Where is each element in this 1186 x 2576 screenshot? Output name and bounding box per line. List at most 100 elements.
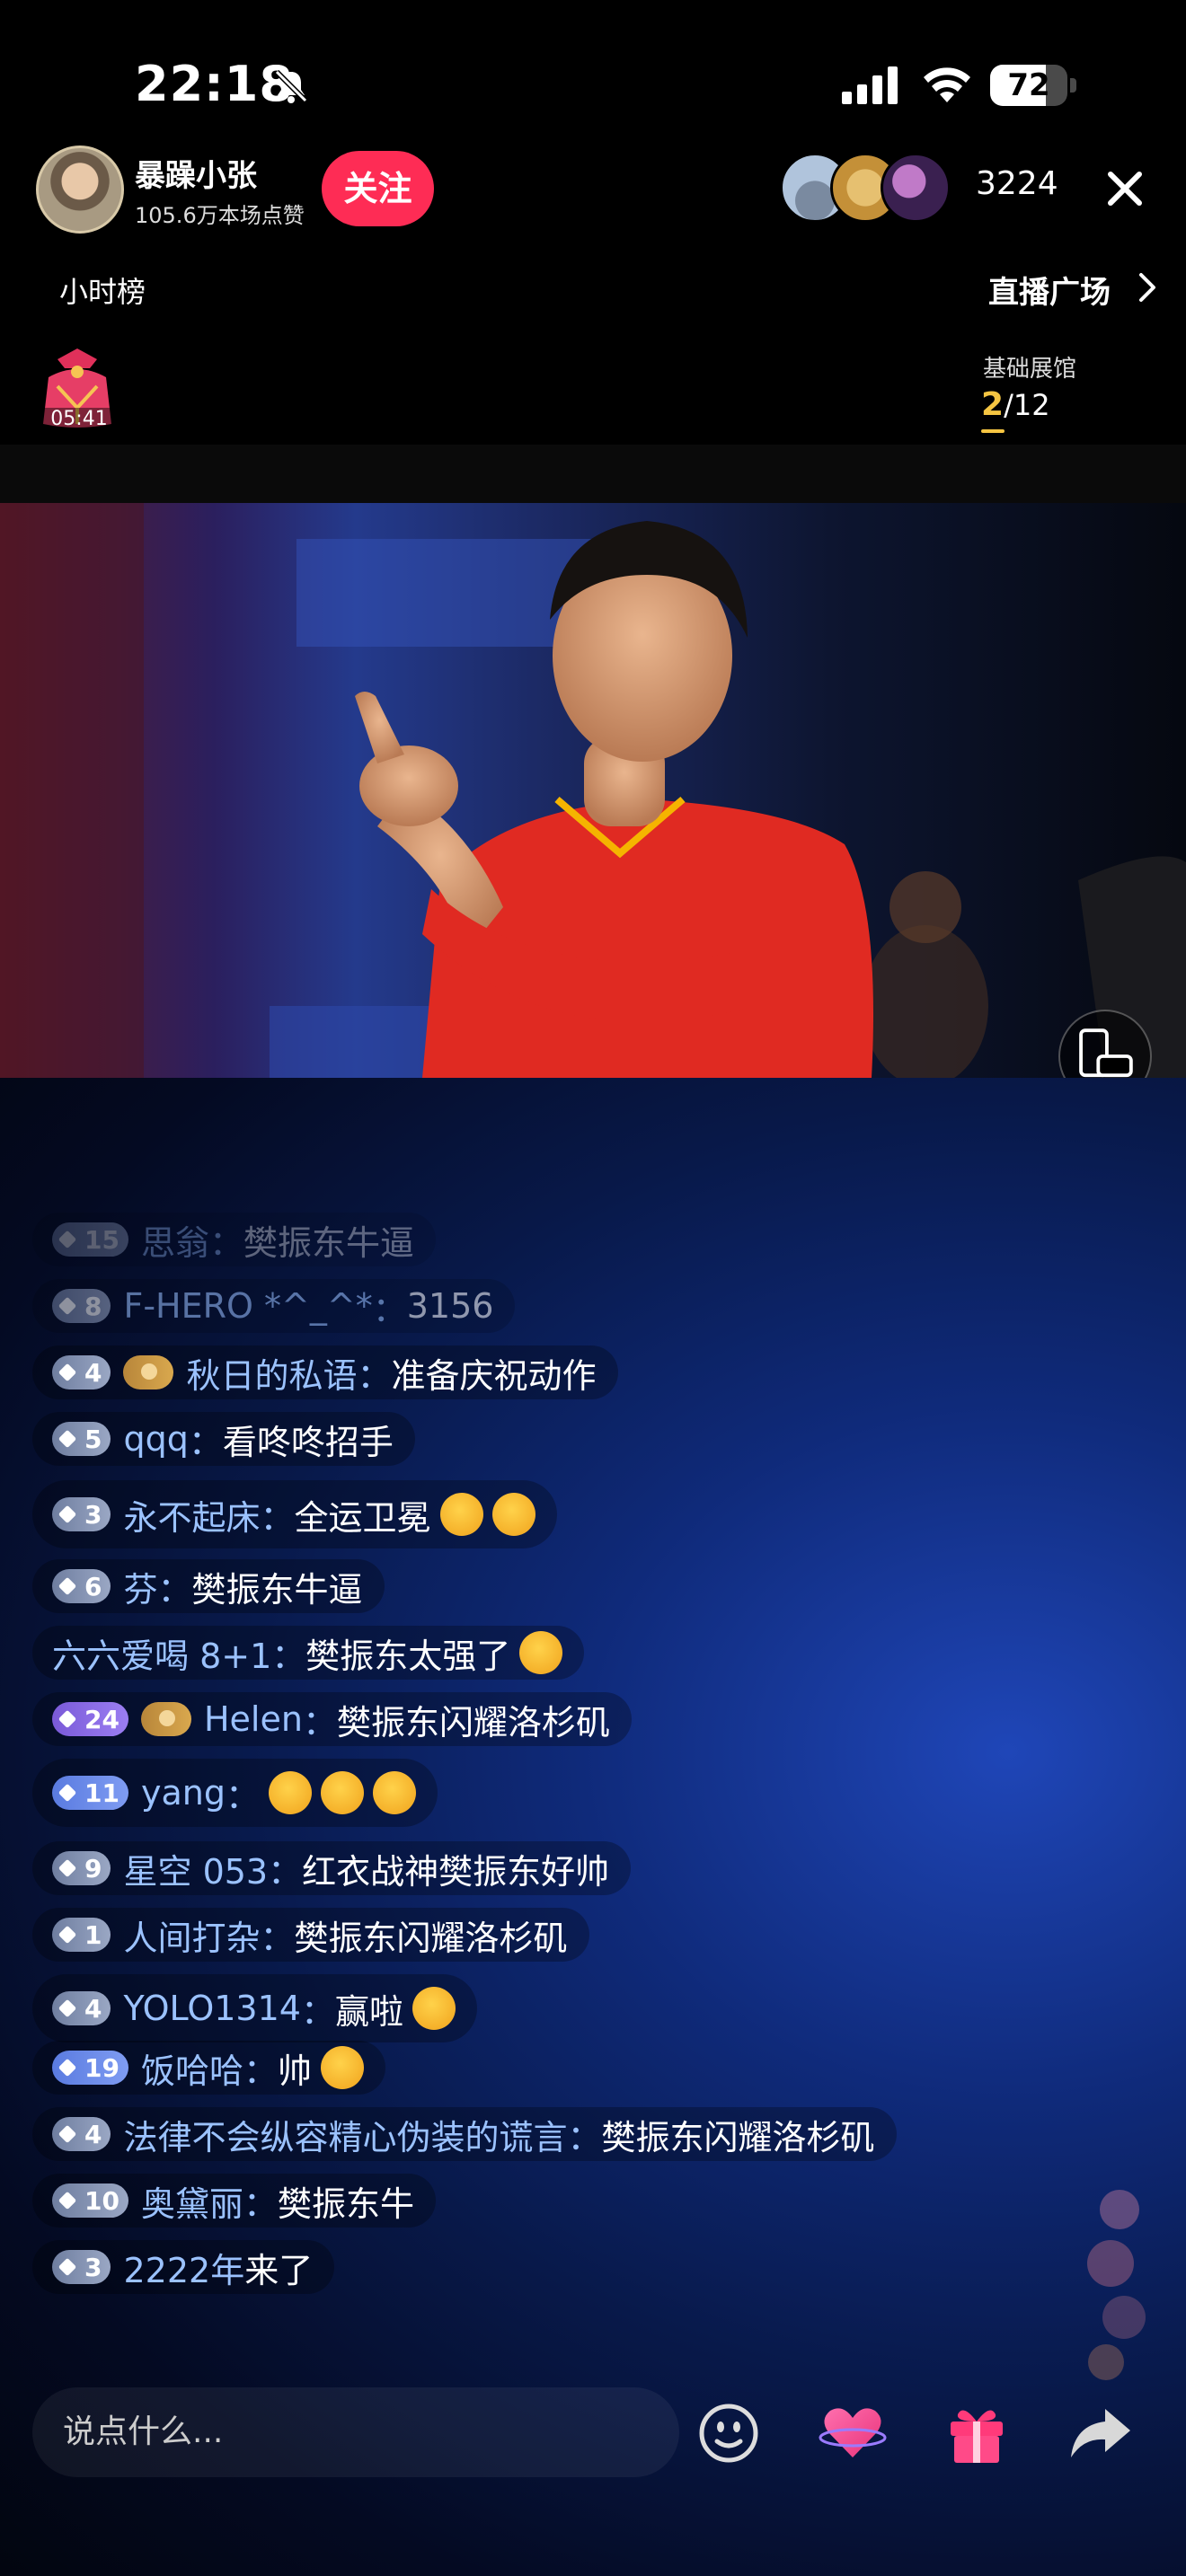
comment-input[interactable]: 说点什么... [32,2387,679,2477]
user-level-badge[interactable]: 4 [52,1355,111,1389]
viewer-count[interactable]: 3224 [976,165,1058,202]
chat-text: 樊振东太强了 [305,1636,511,1676]
user-level-badge[interactable]: 4 [52,1991,111,2025]
chat-message[interactable]: 10 奥黛丽：樊振东牛 [32,2174,437,2228]
chat-username[interactable]: 2222年 [123,2243,244,2292]
user-level-badge[interactable]: 5 [52,1422,111,1456]
chat-username[interactable]: F-HERO *^_^* [123,1286,372,1326]
chat-separator: ： [260,1497,295,1538]
emoji-icon[interactable] [694,2398,764,2468]
chat-message[interactable]: 4 秋日的私语：准备庆祝动作 [32,1345,618,1399]
chat-separator: ： [243,2051,278,2091]
lucky-bag-timer: 05:41 [40,408,119,430]
chat-separator: ： [357,1355,392,1396]
share-icon[interactable] [1066,2398,1136,2468]
diamond-icon [58,1576,77,1596]
chat-text: 红衣战神樊振东好帅 [302,1851,610,1892]
user-level-badge[interactable]: 11 [52,1776,128,1810]
user-level-badge[interactable]: 3 [52,1497,111,1531]
level-number: 24 [84,1704,119,1734]
user-level-badge[interactable]: 4 [52,2117,111,2151]
fan-club-badge[interactable] [140,1702,191,1736]
user-level-badge[interactable]: 19 [52,2051,128,2085]
chat-separator: ： [567,2117,602,2157]
chat-message[interactable]: 1 人间打杂：樊振东闪耀洛杉矶 [32,1908,589,1962]
exhibit-current: 2 [981,386,1005,423]
chat-text: 樊振东闪耀洛杉矶 [336,1702,610,1742]
chat-message[interactable]: 3 永不起床：全运卫冕 [32,1480,557,1548]
chat-username[interactable]: 奥黛丽 [141,2176,243,2226]
chat-separator: ： [302,1702,337,1742]
chat-username[interactable]: 永不起床 [123,1490,260,1539]
chat-username[interactable]: 饭哈哈 [141,2043,243,2093]
diamond-icon [58,1709,77,1729]
chat-username[interactable]: YOLO1314 [123,1989,300,2028]
host-name[interactable]: 暴躁小张 [135,151,257,195]
close-icon[interactable] [1102,165,1148,212]
chat-text: 来了 [244,2250,314,2290]
live-plaza-link[interactable]: 直播广场 [988,268,1111,312]
exhibit-label[interactable]: 基础展馆 [983,350,1076,384]
chat-username[interactable]: qqq [123,1419,188,1459]
chat-username[interactable]: yang [141,1773,226,1813]
chat-message[interactable]: 4 法律不会纵容精心伪装的谎言：樊振东闪耀洛杉矶 [32,2107,897,2161]
chat-username[interactable]: 秋日的私语 [186,1348,357,1398]
emoji-sticker [439,1493,483,1536]
emoji-sticker [320,1771,364,1814]
chat-message[interactable]: 8 F-HERO *^_^*： 3156 [32,1279,516,1333]
chevron-right-icon[interactable] [1134,271,1161,304]
user-level-badge[interactable]: 8 [52,1289,111,1323]
exhibit-progress[interactable]: 2/12 [981,386,1050,423]
user-level-badge[interactable]: 10 [52,2183,128,2218]
diamond-icon [58,1296,77,1316]
user-level-badge[interactable]: 6 [52,1569,111,1603]
chat-text: 3156 [406,1286,494,1326]
emoji-sticker [268,1771,312,1814]
chat-text: 看咚咚招手 [222,1422,394,1462]
chat-username[interactable]: Helen [204,1699,303,1739]
wifi-icon [924,67,970,102]
chat-username[interactable]: 思翁 [141,1215,209,1265]
chat-message[interactable]: 15 思翁：樊振东牛逼 [32,1213,437,1266]
heart-icon[interactable] [818,2398,888,2468]
chat-username[interactable]: 星空 053 [123,1844,268,1893]
user-level-badge[interactable]: 24 [52,1702,128,1736]
chat-message[interactable]: 六六爱喝 8+1：樊振东太强了 [32,1626,585,1680]
viewer-avatar[interactable] [881,153,951,223]
level-number: 8 [84,1291,102,1321]
diamond-icon [58,2257,77,2277]
chat-message[interactable]: 24 Helen：樊振东闪耀洛杉矶 [32,1692,632,1746]
chat-separator: ： [268,1851,303,1892]
chat-message[interactable]: 5 qqq：看咚咚招手 [32,1412,415,1466]
host-avatar[interactable] [36,146,124,234]
chat-message[interactable]: 9 星空 053：红衣战神樊振东好帅 [32,1841,632,1895]
diamond-icon [58,1998,77,2018]
user-level-badge[interactable]: 1 [52,1918,111,1952]
chat-separator: ： [300,1991,335,2032]
chat-message[interactable]: 19 饭哈哈：帅 [32,2041,386,2095]
user-level-badge[interactable]: 15 [52,1222,128,1257]
fan-club-badge[interactable] [123,1355,174,1389]
chat-username[interactable]: 人间打杂 [123,1910,260,1960]
live-video[interactable] [0,503,1186,1078]
user-level-badge[interactable]: 9 [52,1851,111,1885]
chat-username[interactable]: 法律不会纵容精心伪装的谎言 [123,2110,567,2159]
chat-username[interactable]: 芬 [123,1562,157,1611]
user-level-badge[interactable]: 3 [52,2250,111,2284]
diamond-icon [58,1504,77,1524]
chat-username[interactable]: 六六爱喝 8+1 [52,1628,271,1678]
video-frame [0,503,1186,1078]
chat-message[interactable]: 3 2222年 来了 [32,2240,335,2294]
level-number: 4 [84,2119,102,2149]
level-number: 9 [84,1853,102,1883]
chat-message[interactable]: 6 芬：樊振东牛逼 [32,1559,385,1613]
chat-message[interactable]: 4 YOLO1314：赢啦 [32,1974,477,2042]
follow-button[interactable]: 关注 [322,151,434,226]
chat-text: 全运卫冕 [294,1497,431,1538]
diamond-icon [58,1925,77,1945]
gift-icon[interactable] [942,2398,1012,2468]
level-number: 3 [84,2252,102,2282]
chat-message[interactable]: 11 yang： [32,1759,438,1827]
hourly-rank-link[interactable]: 小时榜 [59,269,146,311]
exhibit-underline [981,429,1005,433]
